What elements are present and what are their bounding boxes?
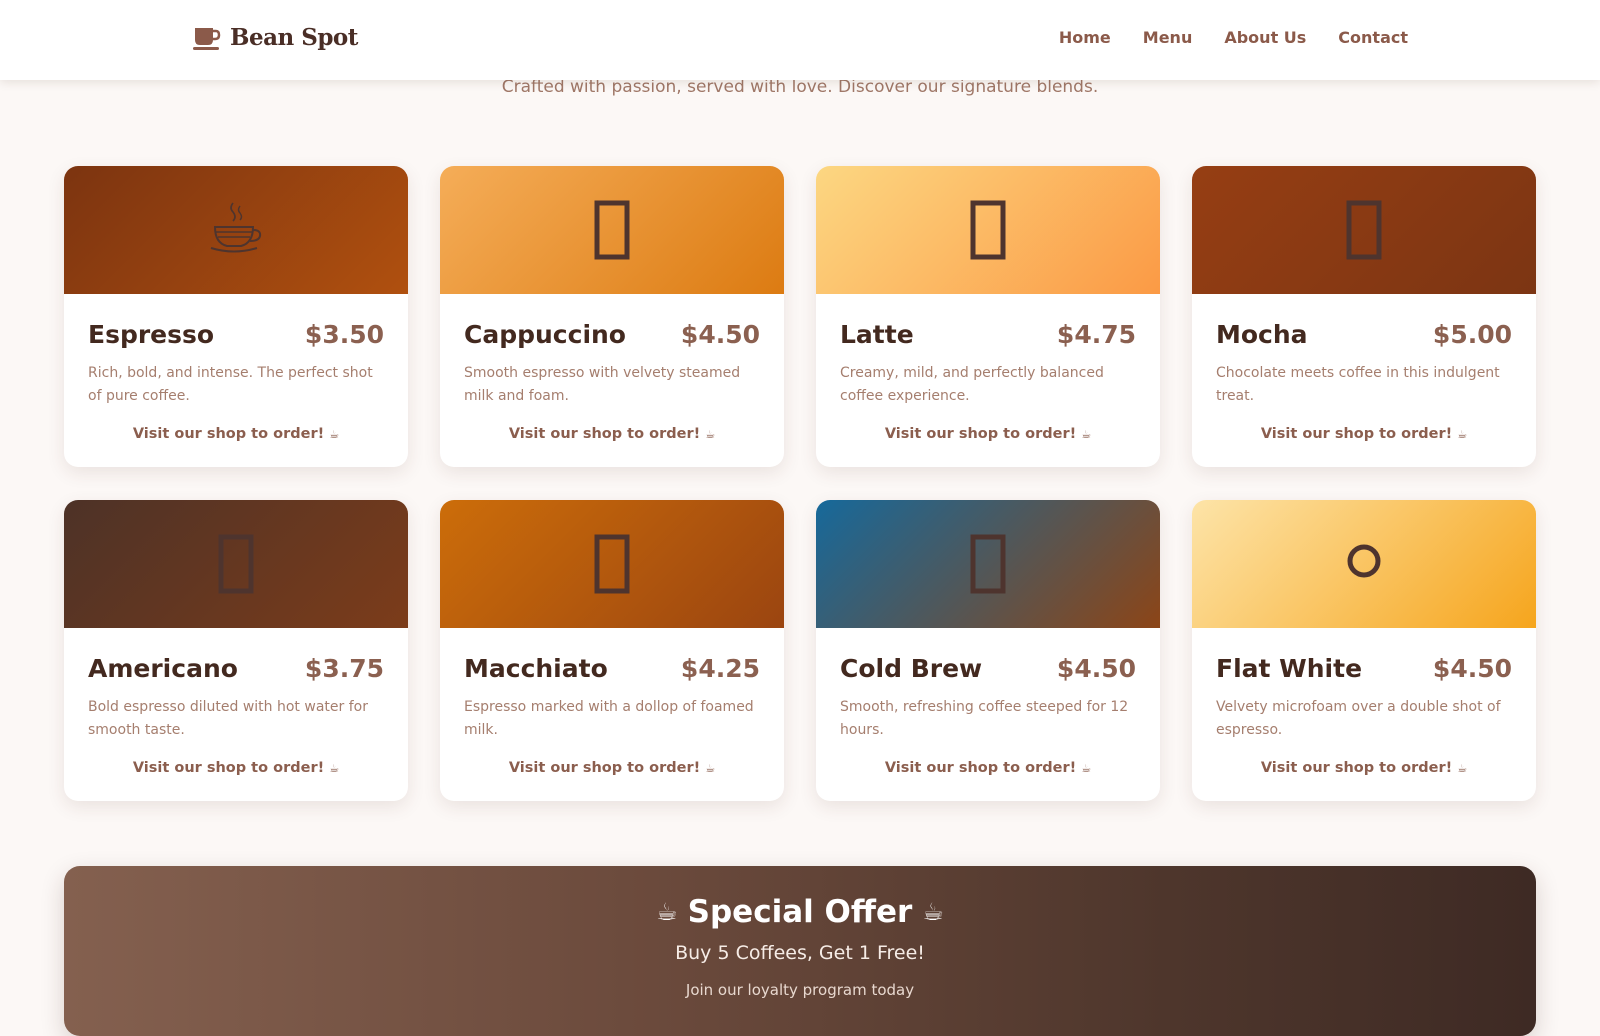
nav-links: Home Menu About Us Contact [1059,28,1408,47]
coffee-glyph-icon: ☕ [922,898,944,926]
card-name: Americano [88,654,238,683]
card-name: Macchiato [464,654,608,683]
card-cta-text: Visit our shop to order! [508,760,701,776]
card-price: $4.50 [1432,654,1512,683]
card-name: Espresso [88,320,215,349]
card-cta[interactable]: Visit our shop to order! ☕ [88,760,384,776]
card-description: Velvety microfoam over a double shot of … [1216,699,1501,738]
card-cta-text: Visit our shop to order! [508,426,701,442]
card-cta-text: Visit our shop to order! [132,426,325,442]
card-description: Creamy, mild, and perfectly balanced cof… [840,365,1104,404]
card-price: $4.75 [1056,320,1136,349]
nav-link-contact[interactable]: Contact [1338,28,1408,47]
menu-card-macchiato[interactable]: Macchiato $4.25 Espresso marked with a d… [440,500,784,801]
offer-title: ☕ Special Offer ☕ [64,894,1536,930]
nav-link-menu[interactable]: Menu [1143,28,1193,47]
menu-card-cappuccino[interactable]: Cappuccino $4.50 Smooth espresso with ve… [440,166,784,467]
nav-link-home[interactable]: Home [1059,28,1111,47]
coffee-glyph-icon: ☕ [1081,762,1092,775]
menu-card-latte[interactable]: Latte $4.75 Creamy, mild, and perfectly … [816,166,1160,467]
menu-card-flat-white[interactable]: Flat White $4.50 Velvety microfoam over … [1192,500,1536,801]
card-description: Bold espresso diluted with hot water for… [88,699,368,738]
menu-card-espresso[interactable]: Espresso $3.50 Rich, bold, and intense. … [64,166,408,467]
card-name: Mocha [1216,320,1308,349]
brand-name: Bean Spot [230,24,358,51]
missing-glyph-icon [970,200,1006,260]
missing-glyph-icon [1346,200,1382,260]
steaming-cup-icon [210,202,262,253]
offer-title-text: Special Offer [687,894,913,930]
card-image [64,500,408,628]
coffee-glyph-icon: ☕ [329,762,340,775]
coffee-glyph-icon: ☕ [1457,428,1468,441]
card-image [816,166,1160,294]
menu-card-americano[interactable]: Americano $3.75 Bold espresso diluted wi… [64,500,408,801]
special-offer-banner: ☕ Special Offer ☕ Buy 5 Coffees, Get 1 F… [64,866,1536,1036]
card-price: $4.25 [680,654,760,683]
card-name: Cappuccino [464,320,626,349]
nav-link-about-us[interactable]: About Us [1224,28,1306,47]
missing-glyph-icon [594,200,630,260]
card-name: Cold Brew [840,654,983,683]
menu-card-cold-brew[interactable]: Cold Brew $4.50 Smooth, refreshing coffe… [816,500,1160,801]
card-image [1192,166,1536,294]
coffee-cup-icon [193,27,221,50]
card-cta[interactable]: Visit our shop to order! ☕ [464,426,760,442]
card-cta-text: Visit our shop to order! [1260,760,1453,776]
offer-note: Join our loyalty program today [685,981,915,999]
card-image [816,500,1160,628]
missing-glyph-icon [970,534,1006,594]
card-cta[interactable]: Visit our shop to order! ☕ [1216,760,1512,776]
coffee-glyph-icon: ☕ [705,428,716,441]
card-cta[interactable]: Visit our shop to order! ☕ [464,760,760,776]
card-cta[interactable]: Visit our shop to order! ☕ [88,426,384,442]
missing-glyph-icon [594,534,630,594]
card-price: $4.50 [1056,654,1136,683]
card-description: Smooth, refreshing coffee steeped for 12… [840,699,1129,738]
circle-icon [1347,544,1381,578]
card-cta-text: Visit our shop to order! [884,426,1077,442]
coffee-glyph-icon: ☕ [1457,762,1468,775]
card-description: Smooth espresso with velvety steamed mil… [464,365,741,404]
menu-grid: Espresso $3.50 Rich, bold, and intense. … [64,166,1536,801]
card-price: $3.75 [304,654,384,683]
coffee-glyph-icon: ☕ [329,428,340,441]
missing-glyph-icon [218,534,254,594]
card-cta[interactable]: Visit our shop to order! ☕ [840,760,1136,776]
offer-subtitle: Buy 5 Coffees, Get 1 Free! [675,942,925,964]
card-price: $5.00 [1432,320,1512,349]
coffee-glyph-icon: ☕ [656,898,678,926]
coffee-glyph-icon: ☕ [1081,428,1092,441]
card-image [64,166,408,294]
card-price: $4.50 [680,320,760,349]
card-description: Espresso marked with a dollop of foamed … [464,699,754,738]
card-cta[interactable]: Visit our shop to order! ☕ [840,426,1136,442]
card-description: Chocolate meets coffee in this indulgent… [1216,365,1500,404]
card-cta-text: Visit our shop to order! [884,760,1077,776]
card-image [440,166,784,294]
card-image [1192,500,1536,628]
brand-logo[interactable]: Bean Spot [192,24,358,51]
card-cta[interactable]: Visit our shop to order! ☕ [1216,426,1512,442]
coffee-glyph-icon: ☕ [705,762,716,775]
card-cta-text: Visit our shop to order! [132,760,325,776]
navbar: Bean Spot Home Menu About Us Contact [0,0,1600,80]
card-cta-text: Visit our shop to order! [1260,426,1453,442]
card-image [440,500,784,628]
card-name: Latte [840,320,914,349]
card-name: Flat White [1216,654,1363,683]
menu-card-mocha[interactable]: Mocha $5.00 Chocolate meets coffee in th… [1192,166,1536,467]
card-description: Rich, bold, and intense. The perfect sho… [88,365,373,404]
hero-subtitle: Crafted with passion, served with love. … [501,77,1099,97]
card-price: $3.50 [304,320,384,349]
